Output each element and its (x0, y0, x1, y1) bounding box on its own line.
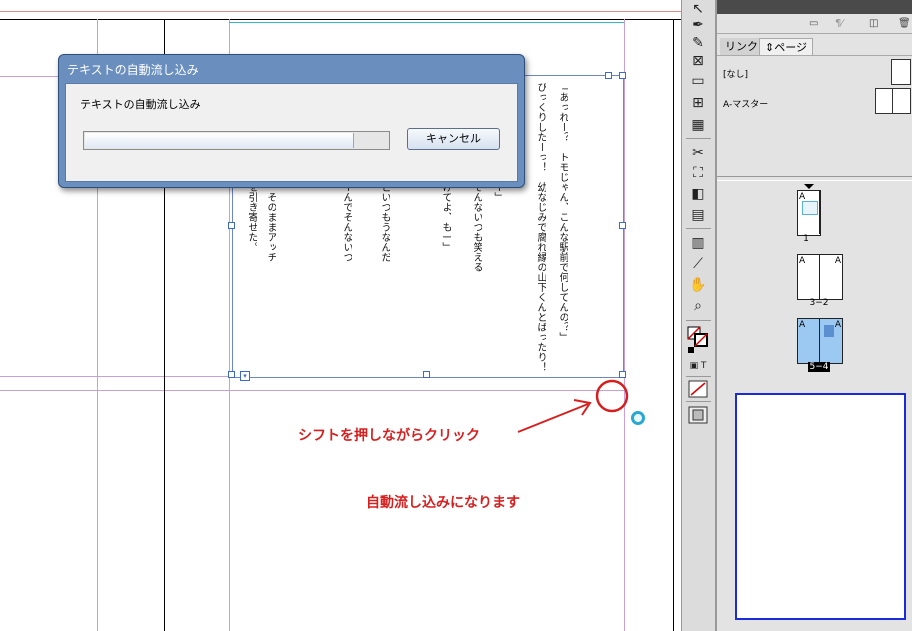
page-top-edge (0, 19, 681, 20)
page-content-preview (802, 201, 818, 215)
apply-none-icon[interactable] (688, 380, 708, 398)
dialog-body: テキストの自動流し込み キャンセル (65, 83, 518, 182)
formatting-icon[interactable]: ▣ T (688, 357, 708, 375)
master-a-thumb[interactable] (875, 88, 911, 114)
scissors-icon[interactable]: ✂ (688, 144, 708, 162)
pen-icon[interactable]: ✒ (688, 16, 708, 34)
edit-page-size-icon[interactable]: ¶⁄ (835, 18, 843, 29)
gradient-feather-icon[interactable]: ▤ (688, 206, 708, 224)
text-column: 「あっれー？ トモじゃん、こんな駅前で何してんの？」 (557, 82, 568, 342)
toolbar-divider (686, 401, 711, 402)
frame-icon[interactable]: ⊠ (688, 52, 708, 70)
gradient-icon[interactable]: ◧ (688, 185, 708, 203)
toolbar-divider (686, 376, 711, 377)
tab-pages-label: ページ (774, 41, 807, 54)
fill-stroke-icon[interactable] (687, 326, 711, 356)
frame-handle[interactable] (228, 222, 235, 229)
pencil-icon[interactable]: ✎ (688, 34, 708, 52)
tools-panel: ↖ ✒ ✎ ⊠ ▭ ⊞ ▦ ✂ ⛶ ◧ ▤ ▥ ⟋ ✋ ⌕ ▣ T (681, 0, 716, 631)
page-folder-icon[interactable]: ▭ (809, 18, 818, 29)
toolbar-divider (686, 228, 711, 229)
margin-guide (0, 390, 230, 391)
document-canvas[interactable]: ▾ 「あっれー？ トモじゃん、こんな駅前で何してんの？」 びっくりしたーっ！ 幼… (0, 0, 681, 631)
page-thumb-3-2[interactable]: A A (797, 254, 843, 300)
page-master-letter: A (799, 320, 806, 330)
master-none-thumb[interactable] (891, 59, 911, 85)
dialog-title: テキストの自動流し込み (67, 63, 199, 77)
frame-handle[interactable] (228, 371, 235, 378)
instruction-annotation: シフトを押しながらクリック (298, 428, 480, 444)
frame-handle[interactable] (423, 371, 430, 378)
margin-guide (624, 19, 625, 631)
cancel-button[interactable]: キャンセル (407, 128, 500, 150)
toolbar-divider (686, 138, 711, 139)
delete-page-icon[interactable]: 🗑 (898, 18, 911, 29)
page-label: 3−2 (809, 298, 829, 308)
panel-splitter[interactable] (717, 176, 912, 181)
panel-dock-bar (717, 0, 912, 14)
column-guide (229, 22, 624, 23)
text-column: びっくりしたーっ！ 幼なじみで腐れ縁の山下くんとばったり！ (535, 82, 546, 372)
spine-line (819, 190, 820, 234)
master-none-label[interactable]: [なし] (723, 67, 748, 80)
frame-handle[interactable] (619, 222, 626, 229)
panel-divider (717, 33, 912, 34)
autoflow-cursor-icon (631, 411, 645, 425)
master-a-label[interactable]: A-マスター (723, 97, 768, 110)
page-master-letter: A (799, 256, 806, 266)
page-thumb-1[interactable]: A (797, 190, 821, 236)
note-icon[interactable]: ▥ (688, 234, 708, 252)
tab-arrow-icon: ⇕ (765, 41, 775, 54)
toolbar-divider (686, 320, 711, 321)
page-master-letter: A (834, 320, 841, 330)
zoom-icon[interactable]: ⌕ (688, 297, 708, 315)
progress-bar (83, 131, 390, 150)
grid-icon[interactable]: ▦ (688, 116, 708, 134)
pages-panel: ▭ ¶⁄ ◫ 🗑 リンク ⇕ページ [なし] A-マスター A 1 A A 3−… (716, 0, 912, 631)
eyedropper-icon[interactable]: ⟋ (688, 255, 708, 273)
page-master-letter: A (834, 256, 841, 266)
table-icon[interactable]: ⊞ (688, 94, 708, 112)
annotation-arrow (517, 379, 629, 433)
progress-fill (85, 133, 355, 148)
page-preview (735, 393, 906, 620)
autoflow-dialog: テキストの自動流し込み テキストの自動流し込み キャンセル (58, 54, 525, 188)
frame-handle[interactable] (619, 72, 626, 79)
page-content-preview (824, 325, 834, 337)
result-annotation: 自動流し込みになります (366, 495, 520, 511)
out-port-icon[interactable]: ▾ (240, 371, 250, 381)
page-thumb-5-4[interactable]: A A (797, 318, 843, 364)
tab-links[interactable]: リンク (720, 38, 763, 55)
frame-handle[interactable] (605, 72, 612, 79)
bleed-guide (0, 11, 681, 12)
rectangle-icon[interactable]: ▭ (688, 72, 708, 90)
panel-divider (717, 55, 912, 56)
new-page-icon[interactable]: ◫ (869, 18, 878, 29)
view-mode-icon[interactable] (688, 406, 708, 424)
page-marker-icon (804, 184, 814, 189)
tab-pages[interactable]: ⇕ページ (759, 38, 813, 56)
page-label-selected: 5−4 (808, 362, 830, 372)
hand-icon[interactable]: ✋ (688, 276, 708, 294)
dialog-message: テキストの自動流し込み (80, 98, 201, 111)
margin-guide (0, 376, 230, 377)
page-right-edge (673, 19, 674, 631)
free-transform-icon[interactable]: ⛶ (688, 164, 708, 182)
page-label: 1 (803, 234, 809, 244)
